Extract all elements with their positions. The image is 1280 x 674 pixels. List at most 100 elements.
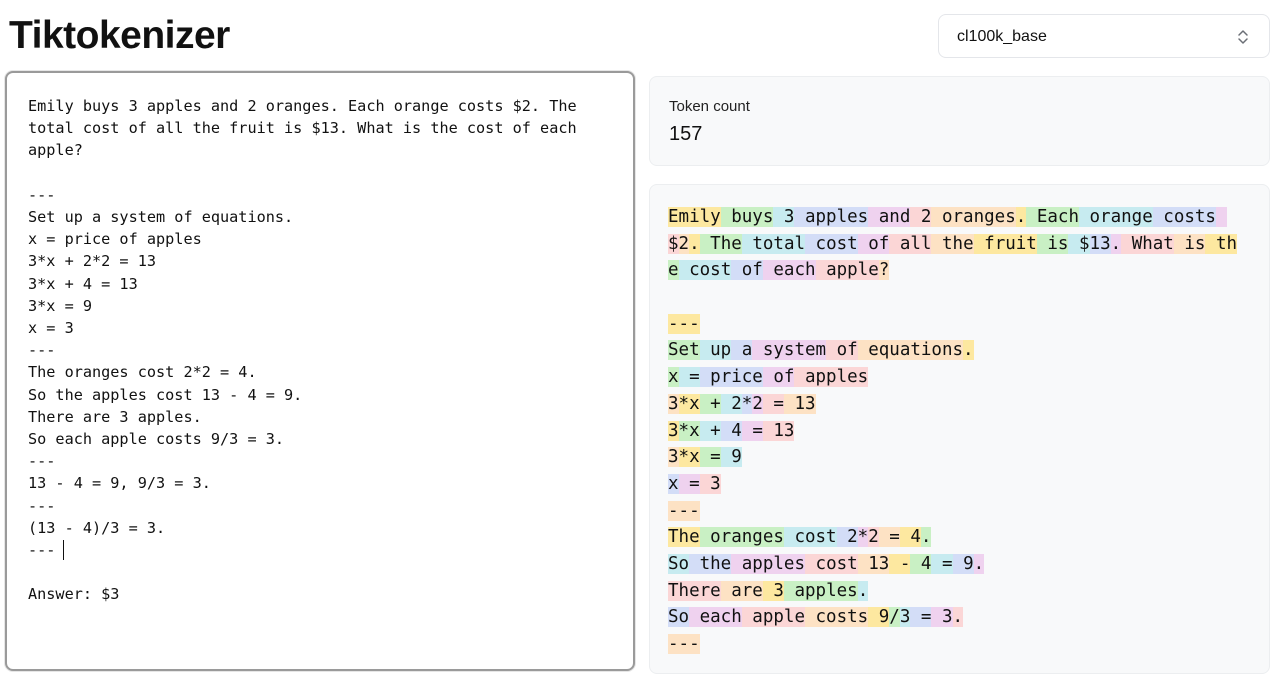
token: up: [699, 340, 732, 361]
token: Set: [668, 340, 700, 361]
token: 3: [699, 473, 721, 494]
chevron-updown-icon: [1238, 30, 1248, 44]
encoding-select-value: cl100k_base: [957, 28, 1047, 45]
token: x: [668, 473, 679, 494]
token: of: [731, 260, 763, 281]
token: apple: [815, 260, 879, 281]
token-visualization: Emily buys 3 apples and 2 oranges. Each …: [668, 204, 1253, 658]
text-cursor: [63, 540, 64, 560]
token-line: Set up a system of equations.: [668, 337, 1253, 364]
token: =: [910, 607, 932, 628]
token: buys: [720, 207, 774, 227]
token: apples: [731, 553, 805, 574]
token: 3: [668, 447, 679, 468]
token: total: [741, 233, 806, 254]
token-visualization-panel: Emily buys 3 apples and 2 oranges. Each …: [649, 184, 1270, 674]
token: 13: [857, 553, 890, 574]
token: a: [731, 340, 753, 361]
token: cost: [783, 527, 837, 548]
token: [1215, 207, 1227, 227]
token-line: 3*x + 4 = 13: [668, 418, 1253, 445]
token: is: [1173, 233, 1206, 254]
token-line: ---: [668, 498, 1253, 525]
token: price: [699, 367, 763, 388]
token: The: [699, 233, 742, 254]
token: The: [668, 527, 700, 548]
token-line: The oranges cost 2*2 = 4.: [668, 524, 1253, 551]
token: /: [889, 607, 900, 628]
token: of: [762, 367, 795, 388]
token: .: [963, 340, 974, 361]
token: 2: [752, 393, 763, 414]
token: *: [741, 393, 753, 414]
token: costs: [804, 607, 869, 628]
token: each: [689, 607, 742, 628]
token: What: [1121, 233, 1174, 254]
token: There: [668, 580, 721, 601]
token: =: [678, 367, 700, 388]
token: .: [857, 580, 869, 601]
token-line: x = 3: [668, 471, 1253, 498]
token: 13: [1089, 233, 1111, 254]
token: apple: [741, 607, 805, 628]
token: cost: [805, 553, 858, 574]
token-count-value: 157: [669, 123, 703, 145]
prompt-textarea[interactable]: Emily buys 3 apples and 2 oranges. Each …: [5, 71, 635, 671]
token: =: [678, 473, 700, 494]
token-count-label: Token count: [669, 98, 750, 115]
token: system: [752, 340, 827, 361]
token: Each: [1026, 207, 1079, 227]
prompt-text[interactable]: Emily buys 3 apples and 2 oranges. Each …: [28, 95, 577, 606]
token-line: There are 3 apples.: [668, 578, 1253, 605]
token: 9: [868, 607, 890, 628]
token-line: So each apple costs 9/3 = 3.: [668, 604, 1253, 631]
token: ---: [668, 634, 700, 654]
token: Emily: [668, 207, 721, 227]
token: costs: [1152, 207, 1216, 227]
token-line: [668, 284, 1253, 311]
token: cost: [678, 260, 732, 281]
token: +: [699, 393, 721, 414]
token: .: [973, 553, 985, 574]
token: .: [1110, 233, 1122, 254]
token-count-card: Token count 157: [649, 76, 1270, 166]
token: 4: [910, 553, 932, 574]
token: +: [699, 420, 721, 441]
token: all: [889, 233, 932, 254]
token: 3: [773, 207, 795, 227]
token: oranges: [931, 207, 1016, 227]
token-line: ---: [668, 631, 1253, 658]
token: .: [689, 233, 700, 254]
token: -: [889, 553, 911, 574]
token: x: [668, 367, 679, 388]
token: of: [857, 233, 890, 254]
token: 3: [668, 420, 679, 441]
token: the: [931, 233, 974, 254]
token: 2: [678, 233, 690, 254]
token: 9: [720, 447, 742, 468]
token: =: [878, 527, 900, 548]
token-line: ---: [668, 311, 1253, 338]
token: 2: [720, 393, 742, 414]
token: apples: [783, 580, 858, 601]
token-line: x = price of apples: [668, 364, 1253, 391]
token: So: [668, 553, 690, 574]
token-line: So the apples cost 13 - 4 = 9.: [668, 551, 1253, 578]
token: fruit: [973, 233, 1037, 254]
encoding-select[interactable]: cl100k_base: [938, 14, 1270, 58]
token: 2: [868, 527, 879, 548]
token: 2: [836, 527, 858, 548]
token-line: $2. The total cost of all the fruit is $…: [668, 231, 1253, 258]
token: 9: [952, 553, 974, 574]
token: the: [689, 553, 732, 574]
token: =: [741, 420, 763, 441]
token-line: 3*x = 9: [668, 444, 1253, 471]
token: 3: [899, 607, 911, 628]
token: ---: [668, 313, 700, 334]
app-title: Tiktokenizer: [9, 14, 230, 57]
token: =: [699, 447, 721, 468]
token: orange: [1078, 207, 1153, 227]
token-line: 3*x + 2*2 = 13: [668, 391, 1253, 418]
token: .: [920, 527, 932, 548]
token: 4: [899, 527, 921, 548]
